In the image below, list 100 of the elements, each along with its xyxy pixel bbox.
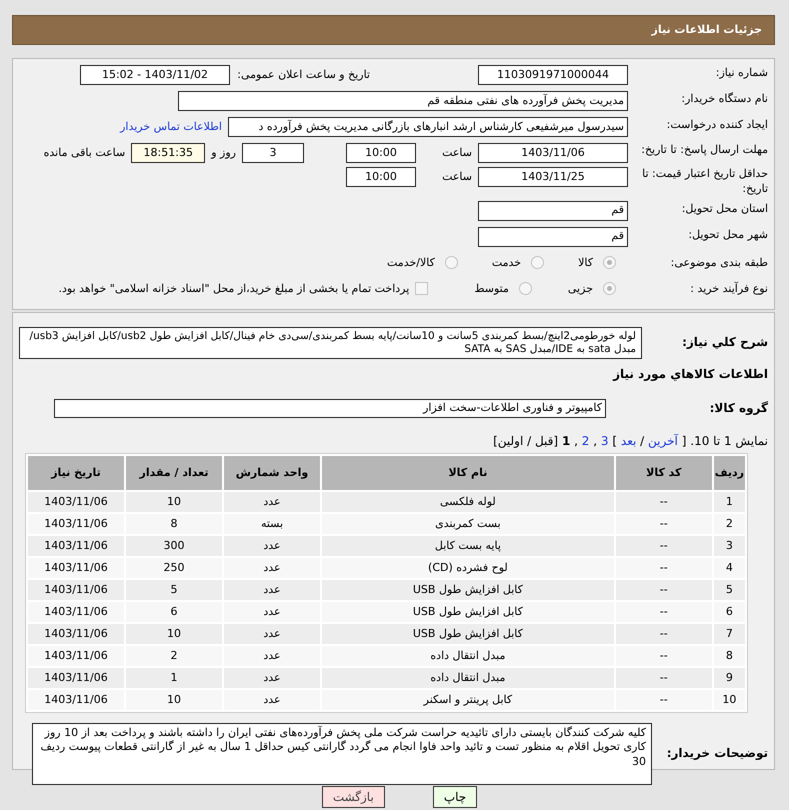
- input-field: 1403/11/25: [478, 167, 628, 187]
- table-cell: کابل افزایش طول USB: [322, 602, 614, 622]
- table-cell: لوله فلکسی: [322, 492, 614, 512]
- page-title: جزئیات اطلاعات نیاز: [652, 22, 762, 38]
- column-header: تعداد / مقدار: [126, 456, 222, 490]
- table-cell: 1403/11/06: [28, 536, 124, 556]
- table-cell: بست کمربندی: [322, 514, 614, 534]
- pagination-text: نمایش 1 تا 10.: [690, 434, 768, 448]
- page-link[interactable]: آخرین: [648, 434, 678, 448]
- field-label: ایجاد کننده درخواست:: [666, 117, 768, 133]
- table-cell: مبدل انتقال داده: [322, 646, 614, 666]
- table-cell: 4: [714, 558, 745, 578]
- table-cell: --: [616, 646, 712, 666]
- field-label: شرح کلي نياز:: [681, 334, 768, 352]
- table-cell: --: [616, 580, 712, 600]
- input-field: سیدرسول میرشفیعی کارشناس ارشد انبارهای بازرگانی مدیریت پخش فرآورده د: [228, 117, 628, 137]
- table-cell: 6: [126, 602, 222, 622]
- field-label: شماره نیاز:: [714, 65, 768, 81]
- column-header: نام کالا: [322, 456, 614, 490]
- table-cell: 1403/11/06: [28, 558, 124, 578]
- column-header: کد کالا: [616, 456, 712, 490]
- checkbox[interactable]: [415, 282, 428, 296]
- table-cell: 10: [714, 690, 745, 710]
- table-cell: کابل افزایش طول USB: [322, 624, 614, 644]
- radio-button[interactable]: [444, 256, 458, 270]
- column-header: ردیف: [714, 456, 745, 490]
- table-cell: --: [616, 492, 712, 512]
- table-cell: لوح فشرده (CD): [322, 558, 614, 578]
- field-label: ساعت: [441, 169, 472, 185]
- table-cell: مبدل انتقال داده: [322, 668, 614, 688]
- radio-label: کالا: [578, 254, 593, 271]
- table-cell: 1403/11/06: [28, 580, 124, 600]
- table-cell: عدد: [224, 646, 320, 666]
- table-cell: کابل پرینتر و اسکنر: [322, 690, 614, 710]
- input-field: 1403/11/02 - 15:02: [80, 65, 230, 85]
- pagination-text: ,: [593, 434, 598, 448]
- field-label: نام دستگاه خریدار:: [680, 91, 768, 107]
- radio-label: جزیی: [568, 280, 593, 297]
- table-cell: عدد: [224, 492, 320, 512]
- table-cell: 2: [126, 646, 222, 666]
- column-header: تاریخ نیاز: [28, 456, 124, 490]
- table-cell: 1: [714, 492, 745, 512]
- table-cell: 9: [714, 668, 745, 688]
- table-cell: عدد: [224, 580, 320, 600]
- pagination-text: [قبل / اولین]: [493, 434, 558, 448]
- table-cell: 8: [714, 646, 745, 666]
- table-cell: --: [616, 536, 712, 556]
- table-cell: 10: [126, 624, 222, 644]
- field-label: توضیحات خریدار:: [666, 745, 768, 762]
- section-title: اطلاعات کالاهاي مورد نياز: [612, 366, 768, 383]
- print-button[interactable]: چاپ: [432, 786, 478, 808]
- back-button[interactable]: بازگشت: [322, 786, 385, 808]
- radio-button[interactable]: [531, 256, 544, 270]
- field-label: گروه کالا:: [708, 400, 768, 417]
- table-cell: عدد: [224, 536, 320, 556]
- page-link[interactable]: 3: [600, 434, 609, 448]
- field-label: طبقه بندی موضوعی:: [670, 254, 768, 271]
- field-label: ساعت باقی مانده: [44, 145, 126, 161]
- pagination-text: [: [682, 434, 686, 448]
- table-cell: 6: [714, 602, 745, 622]
- table-cell: عدد: [224, 690, 320, 710]
- input-field: 1403/11/06: [478, 143, 628, 163]
- table-cell: --: [616, 690, 712, 710]
- table-cell: 8: [126, 514, 222, 534]
- field-label: شهر محل تحویل:: [687, 226, 768, 243]
- radio-button[interactable]: [518, 282, 532, 296]
- table-cell: بسته: [224, 514, 320, 534]
- table-cell: 1403/11/06: [28, 624, 124, 644]
- table-cell: 1403/11/06: [28, 492, 124, 512]
- pagination-text: ]: [612, 434, 618, 448]
- table-cell: --: [616, 558, 712, 578]
- table-cell: عدد: [224, 624, 320, 644]
- table-cell: 1403/11/06: [28, 602, 124, 622]
- table-cell: 3: [714, 536, 745, 556]
- table-cell: عدد: [224, 668, 320, 688]
- field-label: نوع فرآیند خرید :: [689, 280, 768, 297]
- checkbox-label: پرداخت تمام یا بخشی از مبلغ خرید،از محل "اسناد خزانه اسلامی" خواهد بود.: [58, 280, 410, 297]
- table-cell: 2: [714, 514, 745, 534]
- table-cell: 5: [714, 580, 745, 600]
- page-link[interactable]: بعد: [620, 434, 636, 448]
- countdown-field: 18:51:35: [131, 143, 206, 163]
- page-link[interactable]: 2: [582, 434, 590, 448]
- input-field: قم: [478, 226, 628, 247]
- field-label: استان محل تحویل:: [680, 200, 768, 217]
- table-cell: 1403/11/06: [28, 514, 124, 534]
- table-cell: 10: [126, 690, 222, 710]
- table-cell: عدد: [224, 558, 320, 578]
- input-field: مدیریت پخش فرآورده های نفتی منطقه قم: [178, 91, 628, 111]
- radio-button[interactable]: [603, 282, 616, 296]
- input-field: 1103091971000044: [478, 65, 628, 85]
- pagination-text: ,: [574, 434, 578, 448]
- field-label: تاریخ و ساعت اعلان عمومی:: [236, 67, 370, 83]
- table-cell: عدد: [224, 602, 320, 622]
- field-label: روز و: [211, 145, 236, 161]
- group-field: کامپیوتر و فناوری اطلاعات-سخت افزار: [54, 398, 606, 418]
- radio-button[interactable]: [603, 256, 616, 270]
- table-cell: 5: [126, 580, 222, 600]
- table-cell: پایه بست کابل: [322, 536, 614, 556]
- contact-link[interactable]: اطلاعات تماس خریدار: [120, 117, 222, 137]
- table-cell: --: [616, 668, 712, 688]
